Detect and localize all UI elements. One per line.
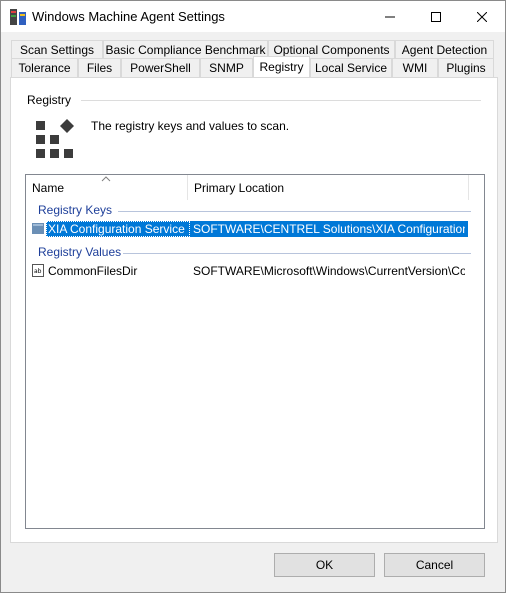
tab-wmi[interactable]: WMI (392, 58, 438, 77)
group-divider (81, 100, 481, 101)
ok-button[interactable]: OK (274, 553, 375, 577)
registry-string-value-icon: ab (32, 264, 44, 277)
minimize-icon (385, 16, 395, 17)
registry-icon (36, 119, 74, 158)
group-header-line (123, 253, 471, 254)
tab-agent-detection[interactable]: Agent Detection (395, 40, 494, 59)
row-name: CommonFilesDir (48, 264, 138, 278)
maximize-icon (431, 11, 441, 22)
title-bar[interactable]: Windows Machine Agent Settings (1, 1, 505, 32)
row-location: SOFTWARE\CENTREL Solutions\XIA Configura… (193, 222, 465, 236)
tab-files[interactable]: Files (78, 58, 121, 77)
column-separator (468, 175, 469, 200)
group-header-registry-keys: Registry Keys (38, 203, 113, 217)
tab-snmp[interactable]: SNMP (200, 58, 253, 77)
group-header-line (118, 211, 471, 212)
cancel-button[interactable]: Cancel (384, 553, 485, 577)
settings-window: Windows Machine Agent Settings Scan Sett… (0, 0, 506, 593)
column-header-primary-location[interactable]: Primary Location (187, 175, 468, 200)
panel-description: The registry keys and values to scan. (91, 119, 290, 133)
list-item[interactable]: XIA Configuration Service SOFTWARE\CENTR… (26, 221, 468, 237)
registry-list-view[interactable]: Name Primary Location Registry Keys XIA … (25, 174, 485, 529)
group-header-registry-values: Registry Values (38, 245, 122, 259)
close-icon (477, 11, 487, 22)
tab-tolerance[interactable]: Tolerance (11, 58, 78, 77)
svg-text:ab: ab (34, 268, 42, 275)
maximize-button[interactable] (413, 1, 459, 32)
tab-local-service[interactable]: Local Service (310, 58, 392, 77)
registry-key-icon (32, 223, 44, 234)
window-title: Windows Machine Agent Settings (32, 9, 225, 24)
minimize-button[interactable] (367, 1, 413, 32)
sort-ascending-icon (101, 176, 111, 182)
tab-basic-compliance-benchmark[interactable]: Basic Compliance Benchmark (103, 40, 268, 59)
tab-strip: Scan Settings Basic Compliance Benchmark… (11, 40, 495, 78)
tab-powershell[interactable]: PowerShell (121, 58, 200, 77)
app-icon (10, 9, 26, 25)
registry-group-label: Registry (27, 93, 72, 107)
row-location: SOFTWARE\Microsoft\Windows\CurrentVersio… (193, 264, 465, 278)
close-button[interactable] (459, 1, 505, 32)
list-header: Name Primary Location (26, 175, 484, 200)
tab-scan-settings[interactable]: Scan Settings (11, 40, 103, 59)
list-item[interactable]: ab CommonFilesDir SOFTWARE\Microsoft\Win… (26, 263, 468, 279)
tab-plugins[interactable]: Plugins (438, 58, 494, 77)
row-name: XIA Configuration Service (48, 222, 185, 236)
registry-tab-panel: Registry The registry keys and values to… (10, 77, 498, 543)
tab-registry[interactable]: Registry (253, 56, 310, 77)
